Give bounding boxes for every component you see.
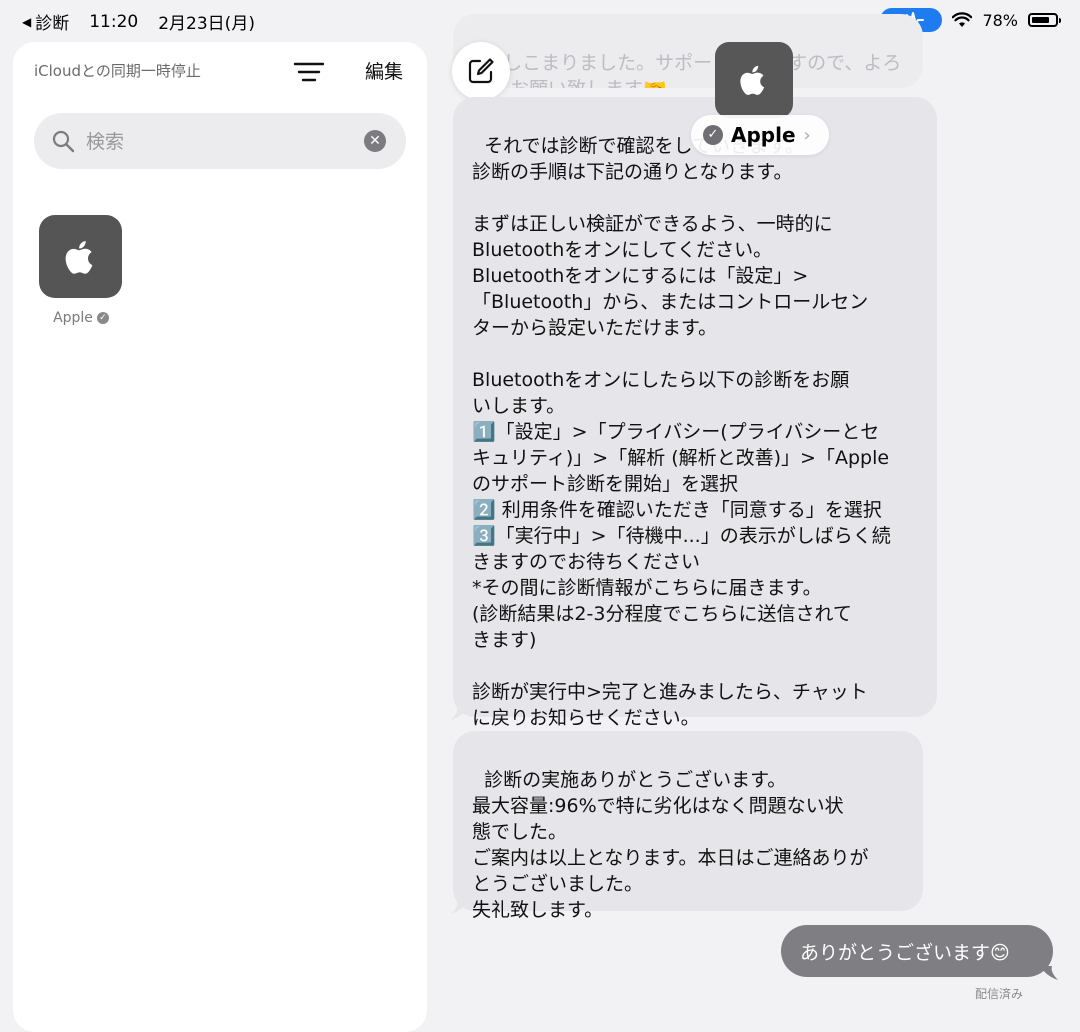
- message-text: 診断の実施ありがとうございます。 最大容量:96%で特に劣化はなく問題ない状 態…: [472, 769, 869, 921]
- compose-button[interactable]: [452, 42, 510, 100]
- message-bubble-0: かしこまりました。サポート致しますので、よろしくお願い致します🤝: [453, 14, 923, 88]
- battery-percent: 78%: [982, 10, 1018, 30]
- search-bar[interactable]: ✕: [34, 113, 406, 169]
- date: 2月23日(月): [158, 14, 255, 34]
- chat-header-avatar[interactable]: [715, 42, 793, 118]
- contact-name: Apple ✓: [39, 310, 123, 326]
- clock: 11:20: [89, 11, 139, 32]
- sent-message-bubble: ありがとうございます😊: [781, 925, 1053, 977]
- icloud-sync-status: iCloudとの同期一時停止: [34, 62, 201, 80]
- clear-search-icon[interactable]: ✕: [364, 130, 386, 152]
- battery-icon: [1028, 13, 1061, 27]
- chevron-right-icon: ›: [803, 124, 811, 146]
- search-icon: [52, 130, 75, 153]
- back-to-app-link[interactable]: ◀ 診断: [22, 9, 69, 34]
- wifi-icon: [952, 12, 973, 27]
- edit-button[interactable]: 編集: [365, 57, 403, 84]
- compose-icon: [468, 58, 494, 84]
- conversation-sidebar: iCloudとの同期一時停止 編集 ✕ Apple ✓: [13, 42, 427, 1032]
- battery-fill: [1032, 17, 1049, 23]
- status-bar-left: ◀ 診断 11:20 2月23日(月): [22, 9, 255, 35]
- message-text: かしこまりました。サポート致しますので、よろしくお願い致します🤝: [472, 52, 902, 88]
- verified-badge-icon: ✓: [96, 312, 109, 324]
- chat-contact-name: Apple: [731, 123, 796, 147]
- chat-header-name[interactable]: ✓ Apple ›: [691, 115, 829, 155]
- sent-bubble-tail: [1040, 966, 1058, 980]
- avatar: [39, 215, 122, 298]
- filter-icon[interactable]: [293, 60, 325, 84]
- back-triangle-icon: ◀: [22, 14, 32, 29]
- search-input[interactable]: [84, 125, 348, 159]
- bubble-tail-2: [451, 900, 469, 914]
- back-app-label: 診断: [35, 14, 70, 34]
- verified-badge-icon: ✓: [703, 125, 723, 145]
- apple-logo-icon: [740, 65, 765, 95]
- apple-logo-icon: [65, 240, 92, 274]
- delivered-status: 配信済み: [975, 987, 1024, 1001]
- bubble-tail-1: [451, 706, 469, 720]
- contact-name-label: Apple: [53, 310, 93, 326]
- message-text: ありがとうございます😊: [800, 941, 1010, 964]
- contact-apple[interactable]: Apple ✓: [39, 215, 123, 326]
- message-text: それでは診断で確認をしていきます。 診断の手順は下記の通りとなります。 まずは正…: [472, 135, 891, 729]
- message-bubble-1: それでは診断で確認をしていきます。 診断の手順は下記の通りとなります。 まずは正…: [453, 97, 937, 729]
- message-bubble-2: 診断の実施ありがとうございます。 最大容量:96%で特に劣化はなく問題ない状 態…: [453, 731, 923, 921]
